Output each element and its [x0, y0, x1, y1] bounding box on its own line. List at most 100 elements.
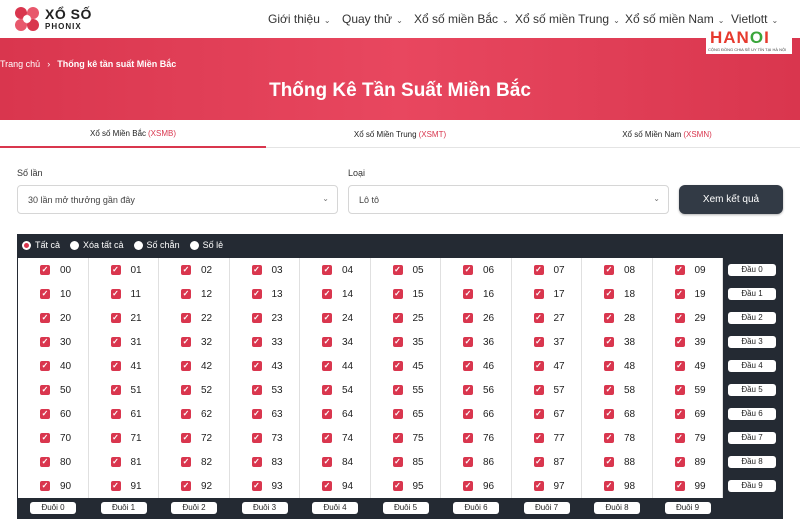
number-cell[interactable]: ✓ 44 — [322, 354, 358, 378]
number-cell[interactable]: ✓ 85 — [392, 450, 429, 474]
check-icon[interactable]: ✓ — [110, 361, 121, 371]
number-cell[interactable]: ✓ 00 — [40, 258, 76, 282]
number-cell[interactable]: ✓ 42 — [181, 354, 217, 378]
check-icon[interactable]: ✓ — [181, 313, 191, 323]
check-icon[interactable]: ✓ — [251, 481, 262, 491]
check-icon[interactable]: ✓ — [392, 385, 403, 395]
check-icon[interactable]: ✓ — [110, 457, 121, 467]
tab-xsmn[interactable]: Xổ số Miền Nam (XSMN) — [534, 120, 800, 148]
check-icon[interactable]: ✓ — [251, 337, 262, 347]
number-cell[interactable]: ✓ 99 — [674, 474, 711, 498]
number-cell[interactable]: ✓ 45 — [392, 354, 429, 378]
number-cell[interactable]: ✓ 58 — [604, 378, 640, 402]
number-cell[interactable]: ✓ 09 — [674, 258, 711, 282]
check-icon[interactable]: ✓ — [181, 265, 191, 275]
number-cell[interactable]: ✓ 30 — [40, 330, 76, 354]
check-icon[interactable]: ✓ — [392, 409, 403, 419]
number-cell[interactable]: ✓ 93 — [251, 474, 288, 498]
number-cell[interactable]: ✓ 07 — [533, 258, 570, 282]
check-icon[interactable]: ✓ — [181, 457, 191, 467]
check-icon[interactable]: ✓ — [392, 457, 403, 467]
check-icon[interactable]: ✓ — [604, 313, 614, 323]
number-cell[interactable]: ✓ 68 — [604, 402, 640, 426]
check-icon[interactable]: ✓ — [40, 337, 50, 347]
check-icon[interactable]: ✓ — [674, 457, 685, 467]
check-icon[interactable]: ✓ — [674, 337, 685, 347]
number-cell[interactable]: ✓ 78 — [604, 426, 640, 450]
check-icon[interactable]: ✓ — [40, 457, 50, 467]
check-icon[interactable]: ✓ — [463, 481, 473, 491]
number-cell[interactable]: ✓ 84 — [322, 450, 358, 474]
number-cell[interactable]: ✓ 13 — [251, 282, 288, 306]
number-cell[interactable]: ✓ 55 — [392, 378, 429, 402]
dau-button[interactable]: Đầu 6 — [728, 408, 776, 420]
number-cell[interactable]: ✓ 25 — [392, 306, 429, 330]
check-icon[interactable]: ✓ — [181, 289, 191, 299]
check-icon[interactable]: ✓ — [322, 457, 332, 467]
check-icon[interactable]: ✓ — [40, 361, 50, 371]
check-icon[interactable]: ✓ — [463, 265, 473, 275]
number-cell[interactable]: ✓ 11 — [110, 282, 147, 306]
check-icon[interactable]: ✓ — [251, 313, 262, 323]
number-cell[interactable]: ✓ 16 — [463, 282, 499, 306]
check-icon[interactable]: ✓ — [604, 385, 614, 395]
check-icon[interactable]: ✓ — [110, 313, 121, 323]
number-cell[interactable]: ✓ 17 — [533, 282, 570, 306]
number-cell[interactable]: ✓ 33 — [251, 330, 288, 354]
number-cell[interactable]: ✓ 12 — [181, 282, 217, 306]
number-cell[interactable]: ✓ 71 — [110, 426, 147, 450]
dau-button[interactable]: Đầu 1 — [728, 288, 776, 300]
number-cell[interactable]: ✓ 67 — [533, 402, 570, 426]
dau-button[interactable]: Đầu 7 — [728, 432, 776, 444]
number-cell[interactable]: ✓ 49 — [674, 354, 711, 378]
check-icon[interactable]: ✓ — [463, 385, 473, 395]
dau-button[interactable]: Đầu 2 — [728, 312, 776, 324]
check-icon[interactable]: ✓ — [110, 409, 121, 419]
number-cell[interactable]: ✓ 52 — [181, 378, 217, 402]
number-cell[interactable]: ✓ 47 — [533, 354, 570, 378]
number-cell[interactable]: ✓ 22 — [181, 306, 217, 330]
nav-quay-thu[interactable]: Quay thử ⌄ — [342, 12, 403, 26]
number-cell[interactable]: ✓ 63 — [251, 402, 288, 426]
check-icon[interactable]: ✓ — [392, 433, 403, 443]
check-icon[interactable]: ✓ — [322, 361, 332, 371]
number-cell[interactable]: ✓ 36 — [463, 330, 499, 354]
check-icon[interactable]: ✓ — [40, 385, 50, 395]
check-icon[interactable]: ✓ — [322, 265, 332, 275]
check-icon[interactable]: ✓ — [110, 433, 121, 443]
check-icon[interactable]: ✓ — [674, 289, 685, 299]
filter-even[interactable]: Số chẵn — [133, 240, 180, 250]
number-cell[interactable]: ✓ 96 — [463, 474, 499, 498]
check-icon[interactable]: ✓ — [604, 433, 614, 443]
number-cell[interactable]: ✓ 37 — [533, 330, 570, 354]
number-cell[interactable]: ✓ 26 — [463, 306, 499, 330]
number-cell[interactable]: ✓ 95 — [392, 474, 429, 498]
dau-button[interactable]: Đầu 8 — [728, 456, 776, 468]
check-icon[interactable]: ✓ — [463, 433, 473, 443]
check-icon[interactable]: ✓ — [322, 409, 332, 419]
check-icon[interactable]: ✓ — [533, 481, 544, 491]
view-results-button[interactable]: Xem kết quả — [679, 185, 783, 214]
check-icon[interactable]: ✓ — [251, 265, 262, 275]
number-cell[interactable]: ✓ 24 — [322, 306, 358, 330]
dau-button[interactable]: Đầu 5 — [728, 384, 776, 396]
number-cell[interactable]: ✓ 74 — [322, 426, 358, 450]
check-icon[interactable]: ✓ — [674, 385, 685, 395]
number-cell[interactable]: ✓ 97 — [533, 474, 570, 498]
number-cell[interactable]: ✓ 38 — [604, 330, 640, 354]
check-icon[interactable]: ✓ — [533, 385, 544, 395]
number-cell[interactable]: ✓ 53 — [251, 378, 288, 402]
check-icon[interactable]: ✓ — [604, 265, 614, 275]
check-icon[interactable]: ✓ — [40, 433, 50, 443]
breadcrumb-home[interactable]: Trang chủ — [0, 59, 40, 69]
dau-button[interactable]: Đầu 4 — [728, 360, 776, 372]
number-cell[interactable]: ✓ 79 — [674, 426, 711, 450]
number-cell[interactable]: ✓ 92 — [181, 474, 217, 498]
number-cell[interactable]: ✓ 15 — [392, 282, 429, 306]
number-cell[interactable]: ✓ 66 — [463, 402, 499, 426]
number-cell[interactable]: ✓ 05 — [392, 258, 429, 282]
number-cell[interactable]: ✓ 43 — [251, 354, 288, 378]
number-cell[interactable]: ✓ 20 — [40, 306, 76, 330]
number-cell[interactable]: ✓ 10 — [40, 282, 76, 306]
number-cell[interactable]: ✓ 06 — [463, 258, 499, 282]
